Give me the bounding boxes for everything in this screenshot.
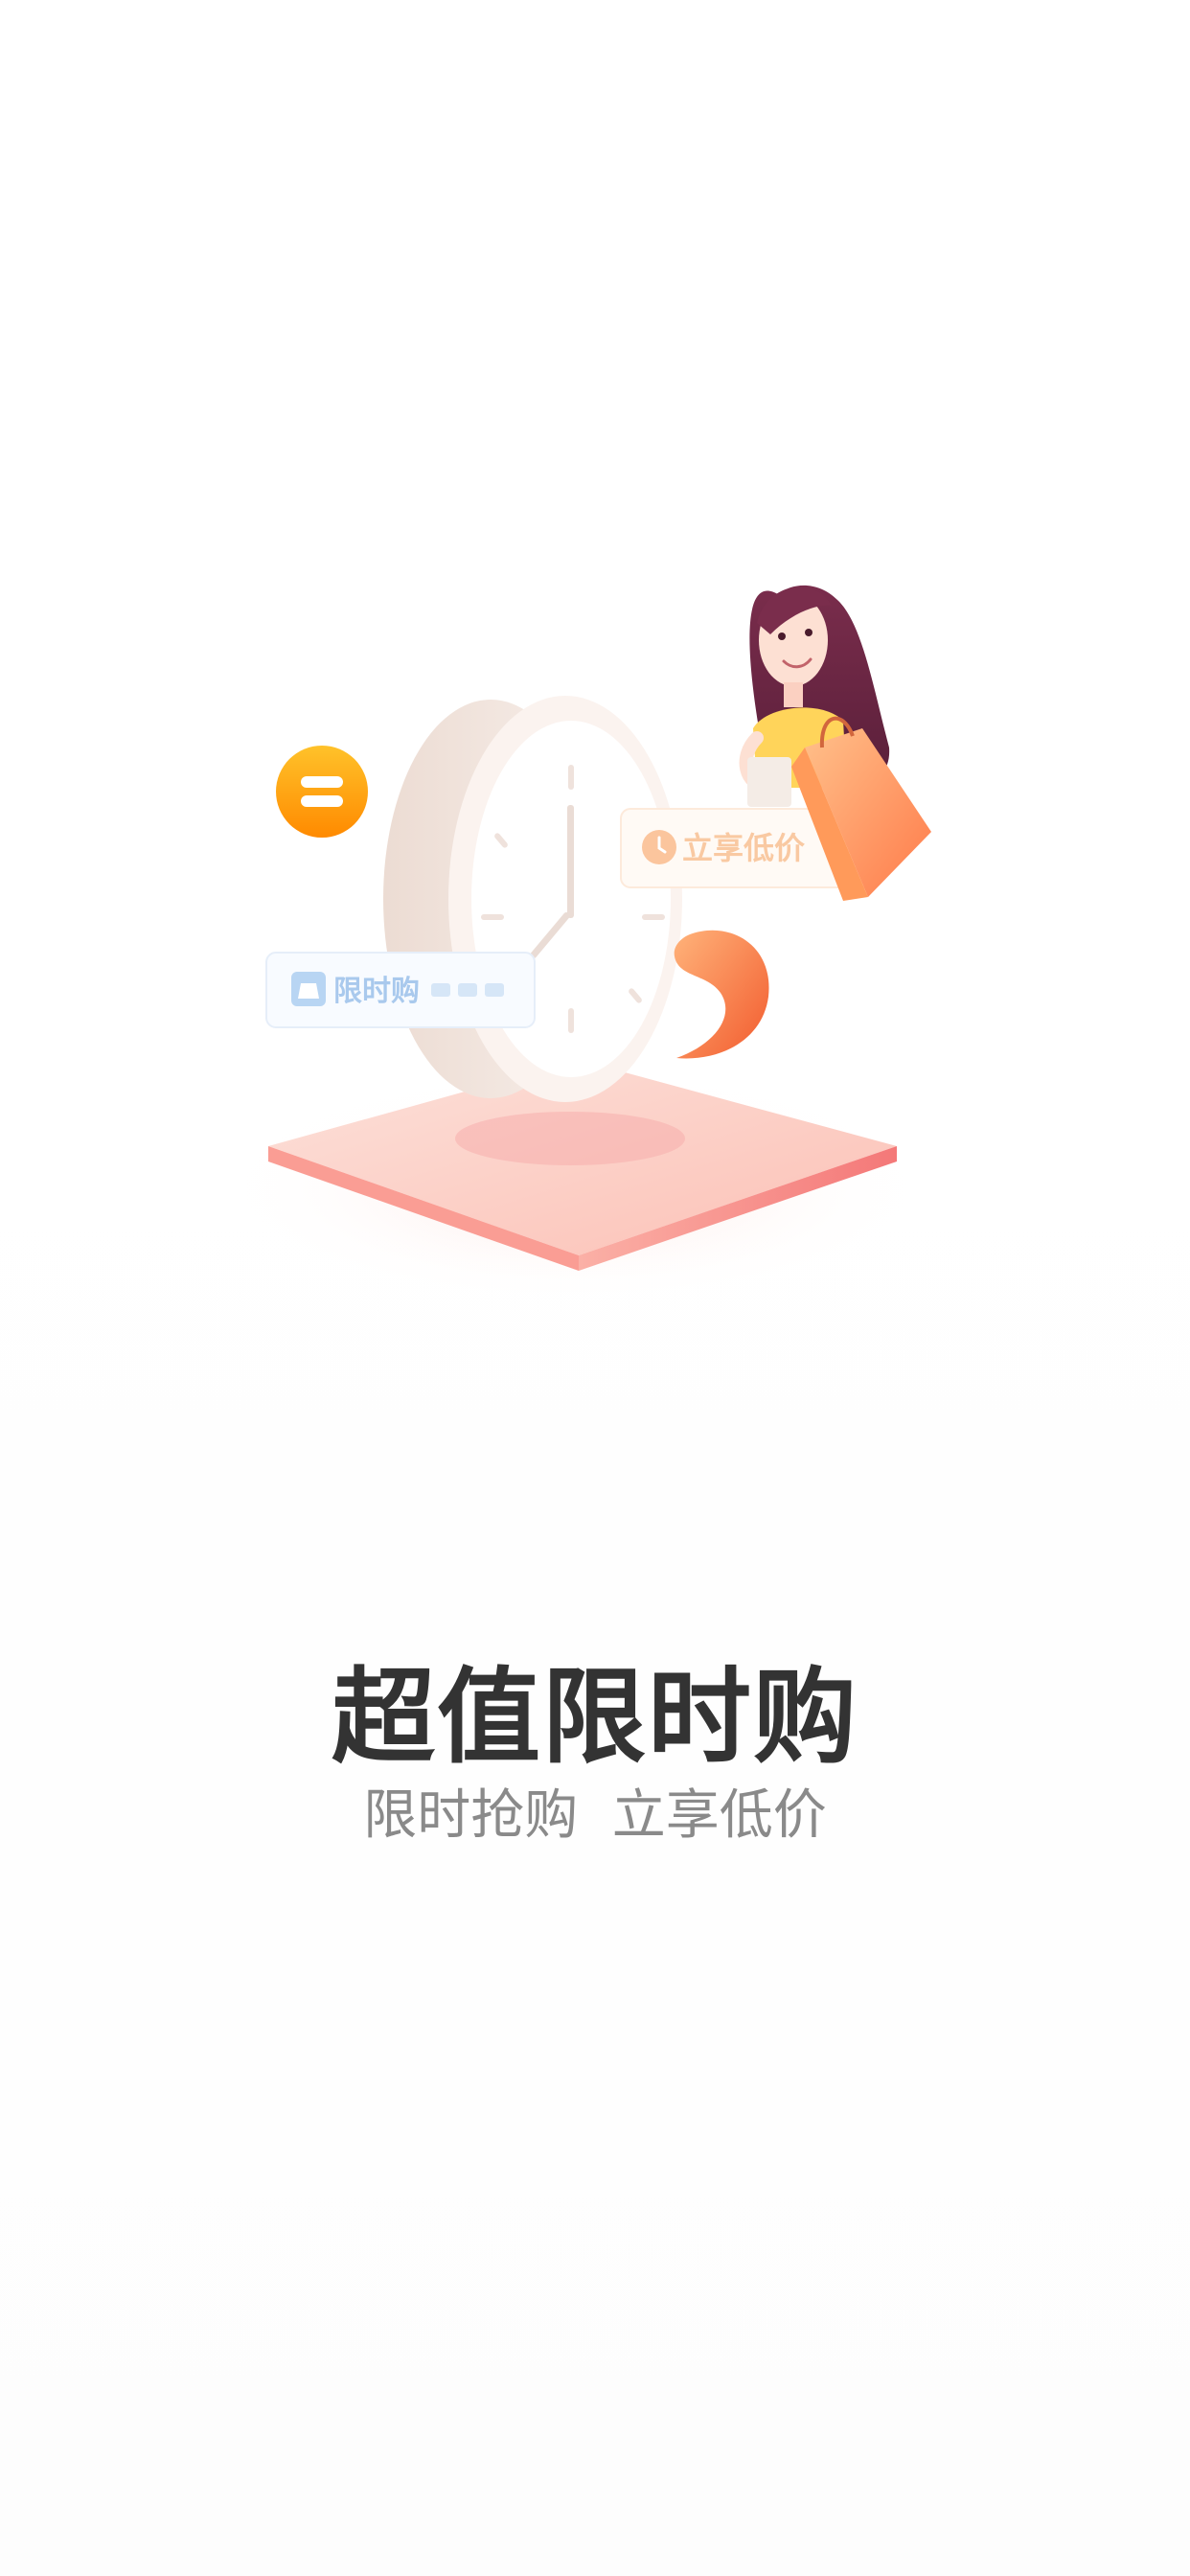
flash-sale-card-label: 限时购 bbox=[333, 975, 420, 1008]
flash-sale-illustration: 立享低价 限时购 bbox=[230, 585, 931, 1303]
coupon-coin-icon bbox=[276, 746, 368, 838]
flame-icon bbox=[674, 930, 769, 1059]
page-title: 超值限时购 bbox=[331, 1658, 858, 1778]
low-price-card-label: 立享低价 bbox=[682, 830, 805, 866]
clock-icon bbox=[383, 696, 682, 1102]
onboarding-screen: 立享低价 限时购 超值限时购 限时抢购 立享低价 bbox=[0, 0, 1190, 2576]
flash-sale-card: 限时购 bbox=[265, 952, 536, 1028]
page-subtitle: 限时抢购 立享低价 bbox=[363, 1784, 827, 1847]
